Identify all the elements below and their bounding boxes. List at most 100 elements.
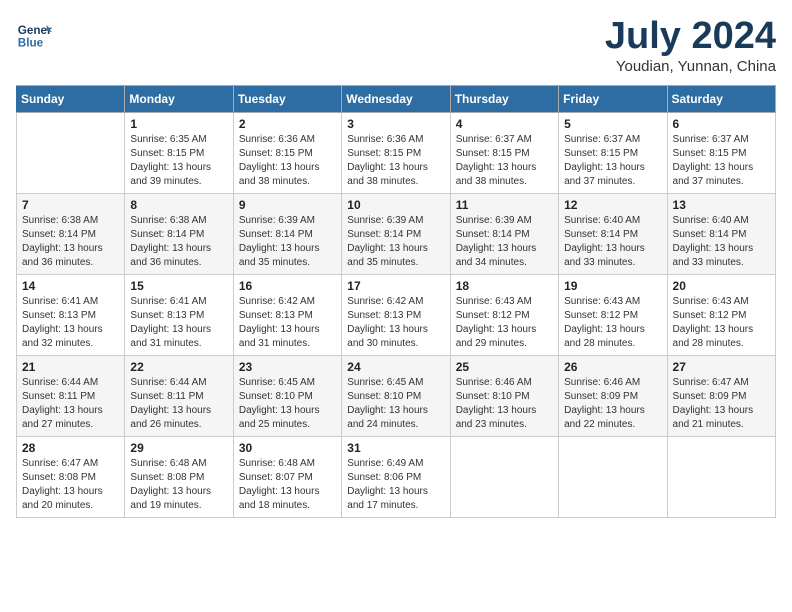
- calendar-week-row: 21Sunrise: 6:44 AMSunset: 8:11 PMDayligh…: [17, 355, 776, 436]
- day-info: Sunrise: 6:43 AMSunset: 8:12 PMDaylight:…: [456, 295, 553, 351]
- day-info: Sunrise: 6:35 AMSunset: 8:15 PMDaylight:…: [130, 133, 227, 189]
- day-info: Sunrise: 6:42 AMSunset: 8:13 PMDaylight:…: [347, 295, 444, 351]
- weekday-header-tuesday: Tuesday: [233, 85, 341, 112]
- calendar-cell: 1 Sunrise: 6:35 AMSunset: 8:15 PMDaylight…: [125, 112, 233, 193]
- day-number: 1: [130, 117, 227, 131]
- day-info: Sunrise: 6:46 AMSunset: 8:09 PMDaylight:…: [564, 376, 661, 432]
- day-number: 7: [22, 198, 119, 212]
- day-number: 18: [456, 279, 553, 293]
- calendar-week-row: 14 Sunrise: 6:41 AMSunset: 8:13 PMDayligh…: [17, 274, 776, 355]
- calendar-cell: 13 Sunrise: 6:40 AMSunset: 8:14 PMDayligh…: [667, 193, 775, 274]
- day-info: Sunrise: 6:47 AMSunset: 8:09 PMDaylight:…: [673, 376, 770, 432]
- calendar-cell: 19Sunrise: 6:43 AMSunset: 8:12 PMDayligh…: [559, 274, 667, 355]
- calendar-cell: 2 Sunrise: 6:36 AMSunset: 8:15 PMDaylight…: [233, 112, 341, 193]
- day-info: Sunrise: 6:45 AMSunset: 8:10 PMDaylight:…: [239, 376, 336, 432]
- day-number: 29: [130, 441, 227, 455]
- day-number: 22: [130, 360, 227, 374]
- day-number: 27: [673, 360, 770, 374]
- calendar-cell: 24 Sunrise: 6:45 AMSunset: 8:10 PMDayligh…: [342, 355, 450, 436]
- calendar-cell: 4 Sunrise: 6:37 AMSunset: 8:15 PMDaylight…: [450, 112, 558, 193]
- page-header: General Blue July 2024 Youdian, Yunnan, …: [16, 16, 776, 75]
- day-number: 30: [239, 441, 336, 455]
- day-number: 2: [239, 117, 336, 131]
- day-info: Sunrise: 6:42 AMSunset: 8:13 PMDaylight:…: [239, 295, 336, 351]
- day-info: Sunrise: 6:37 AMSunset: 8:15 PMDaylight:…: [673, 133, 770, 189]
- day-info: Sunrise: 6:39 AMSunset: 8:14 PMDaylight:…: [239, 214, 336, 270]
- day-number: 19: [564, 279, 661, 293]
- day-number: 5: [564, 117, 661, 131]
- day-info: Sunrise: 6:36 AMSunset: 8:15 PMDaylight:…: [239, 133, 336, 189]
- weekday-header-row: SundayMondayTuesdayWednesdayThursdayFrid…: [17, 85, 776, 112]
- weekday-header-saturday: Saturday: [667, 85, 775, 112]
- calendar-cell: 6Sunrise: 6:37 AMSunset: 8:15 PMDaylight…: [667, 112, 775, 193]
- day-info: Sunrise: 6:44 AMSunset: 8:11 PMDaylight:…: [130, 376, 227, 432]
- day-number: 23: [239, 360, 336, 374]
- calendar-cell: 21Sunrise: 6:44 AMSunset: 8:11 PMDayligh…: [17, 355, 125, 436]
- calendar-cell: 11Sunrise: 6:39 AMSunset: 8:14 PMDayligh…: [450, 193, 558, 274]
- day-number: 13: [673, 198, 770, 212]
- weekday-header-sunday: Sunday: [17, 85, 125, 112]
- day-info: Sunrise: 6:39 AMSunset: 8:14 PMDaylight:…: [456, 214, 553, 270]
- day-info: Sunrise: 6:46 AMSunset: 8:10 PMDaylight:…: [456, 376, 553, 432]
- day-info: Sunrise: 6:37 AMSunset: 8:15 PMDaylight:…: [456, 133, 553, 189]
- calendar-cell: [450, 436, 558, 517]
- day-info: Sunrise: 6:49 AMSunset: 8:06 PMDaylight:…: [347, 457, 444, 513]
- calendar-cell: [559, 436, 667, 517]
- day-info: Sunrise: 6:45 AMSunset: 8:10 PMDaylight:…: [347, 376, 444, 432]
- weekday-header-monday: Monday: [125, 85, 233, 112]
- calendar-cell: 25 Sunrise: 6:46 AMSunset: 8:10 PMDayligh…: [450, 355, 558, 436]
- day-info: Sunrise: 6:40 AMSunset: 8:14 PMDaylight:…: [564, 214, 661, 270]
- calendar-cell: 9 Sunrise: 6:39 AMSunset: 8:14 PMDaylight…: [233, 193, 341, 274]
- calendar-cell: 16Sunrise: 6:42 AMSunset: 8:13 PMDayligh…: [233, 274, 341, 355]
- day-info: Sunrise: 6:48 AMSunset: 8:08 PMDaylight:…: [130, 457, 227, 513]
- day-number: 10: [347, 198, 444, 212]
- day-number: 12: [564, 198, 661, 212]
- calendar-cell: 27 Sunrise: 6:47 AMSunset: 8:09 PMDayligh…: [667, 355, 775, 436]
- calendar-cell: 31 Sunrise: 6:49 AMSunset: 8:06 PMDayligh…: [342, 436, 450, 517]
- day-info: Sunrise: 6:43 AMSunset: 8:12 PMDaylight:…: [673, 295, 770, 351]
- weekday-header-wednesday: Wednesday: [342, 85, 450, 112]
- calendar-week-row: 28Sunrise: 6:47 AMSunset: 8:08 PMDayligh…: [17, 436, 776, 517]
- day-info: Sunrise: 6:44 AMSunset: 8:11 PMDaylight:…: [22, 376, 119, 432]
- day-number: 15: [130, 279, 227, 293]
- calendar-cell: 7 Sunrise: 6:38 AMSunset: 8:14 PMDaylight…: [17, 193, 125, 274]
- day-number: 31: [347, 441, 444, 455]
- calendar-cell: 30 Sunrise: 6:48 AMSunset: 8:07 PMDayligh…: [233, 436, 341, 517]
- weekday-header-thursday: Thursday: [450, 85, 558, 112]
- calendar-cell: 12 Sunrise: 6:40 AMSunset: 8:14 PMDayligh…: [559, 193, 667, 274]
- logo-icon: General Blue: [16, 16, 52, 52]
- calendar-cell: 17 Sunrise: 6:42 AMSunset: 8:13 PMDayligh…: [342, 274, 450, 355]
- svg-text:Blue: Blue: [18, 37, 44, 50]
- day-number: 17: [347, 279, 444, 293]
- calendar-week-row: 7 Sunrise: 6:38 AMSunset: 8:14 PMDaylight…: [17, 193, 776, 274]
- day-number: 9: [239, 198, 336, 212]
- calendar-cell: 26Sunrise: 6:46 AMSunset: 8:09 PMDayligh…: [559, 355, 667, 436]
- calendar-cell: [17, 112, 125, 193]
- calendar-cell: 10 Sunrise: 6:39 AMSunset: 8:14 PMDayligh…: [342, 193, 450, 274]
- calendar-cell: 8 Sunrise: 6:38 AMSunset: 8:14 PMDaylight…: [125, 193, 233, 274]
- calendar-cell: 3 Sunrise: 6:36 AMSunset: 8:15 PMDaylight…: [342, 112, 450, 193]
- day-info: Sunrise: 6:48 AMSunset: 8:07 PMDaylight:…: [239, 457, 336, 513]
- calendar-cell: 20Sunrise: 6:43 AMSunset: 8:12 PMDayligh…: [667, 274, 775, 355]
- title-block: July 2024 Youdian, Yunnan, China: [605, 16, 776, 75]
- calendar-cell: 29 Sunrise: 6:48 AMSunset: 8:08 PMDayligh…: [125, 436, 233, 517]
- day-info: Sunrise: 6:39 AMSunset: 8:14 PMDaylight:…: [347, 214, 444, 270]
- day-info: Sunrise: 6:38 AMSunset: 8:14 PMDaylight:…: [22, 214, 119, 270]
- day-number: 14: [22, 279, 119, 293]
- day-info: Sunrise: 6:36 AMSunset: 8:15 PMDaylight:…: [347, 133, 444, 189]
- day-number: 28: [22, 441, 119, 455]
- day-number: 8: [130, 198, 227, 212]
- day-number: 24: [347, 360, 444, 374]
- day-info: Sunrise: 6:41 AMSunset: 8:13 PMDaylight:…: [130, 295, 227, 351]
- day-info: Sunrise: 6:38 AMSunset: 8:14 PMDaylight:…: [130, 214, 227, 270]
- calendar-cell: 18 Sunrise: 6:43 AMSunset: 8:12 PMDayligh…: [450, 274, 558, 355]
- day-number: 3: [347, 117, 444, 131]
- logo: General Blue: [16, 16, 52, 52]
- calendar-cell: 22 Sunrise: 6:44 AMSunset: 8:11 PMDayligh…: [125, 355, 233, 436]
- day-number: 25: [456, 360, 553, 374]
- weekday-header-friday: Friday: [559, 85, 667, 112]
- day-info: Sunrise: 6:37 AMSunset: 8:15 PMDaylight:…: [564, 133, 661, 189]
- day-number: 4: [456, 117, 553, 131]
- day-info: Sunrise: 6:40 AMSunset: 8:14 PMDaylight:…: [673, 214, 770, 270]
- calendar-cell: 15 Sunrise: 6:41 AMSunset: 8:13 PMDayligh…: [125, 274, 233, 355]
